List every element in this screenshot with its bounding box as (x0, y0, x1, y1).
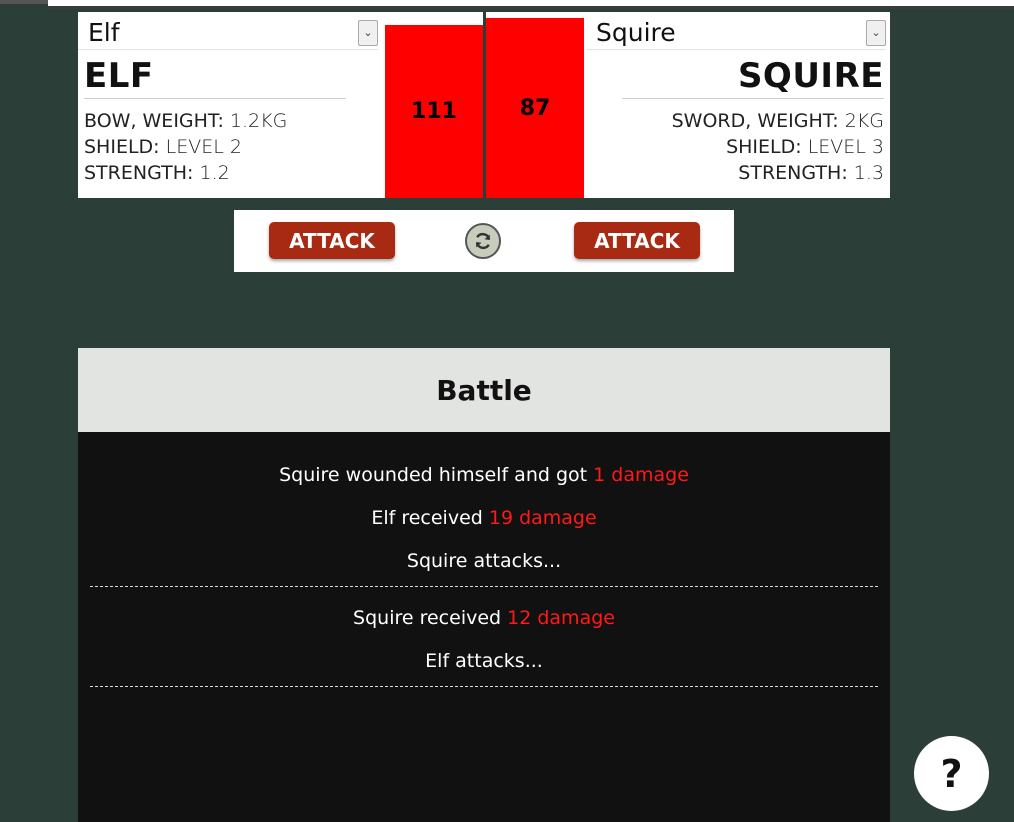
log-line: Elf attacks... (78, 650, 890, 672)
right-fighter-divider (622, 98, 884, 99)
left-weapon-label: BOW, WEIGHT: (84, 110, 224, 132)
log-damage: 1 damage (593, 464, 689, 486)
log-text: Elf attacks... (425, 650, 543, 672)
left-strength-value: 1.2 (199, 162, 230, 184)
left-shield-value: LEVEL 2 (165, 136, 242, 158)
left-strength-row: STRENGTH: 1.2 (84, 160, 287, 186)
right-shield-label: SHIELD: (726, 136, 802, 158)
right-health-bar: 87 (486, 18, 584, 198)
log-line: Squire attacks... (78, 550, 890, 572)
left-fighter-stats: BOW, WEIGHT: 1.2KG SHIELD: LEVEL 2 STREN… (84, 108, 287, 186)
left-fighter-divider (84, 98, 346, 99)
left-shield-row: SHIELD: LEVEL 2 (84, 134, 287, 160)
right-shield-row: SHIELD: LEVEL 3 (672, 134, 884, 160)
chevron-down-icon[interactable]: ⌄ (358, 20, 378, 46)
log-text: Elf received (371, 507, 489, 529)
log-line: Squire wounded himself and got 1 damage (78, 464, 890, 486)
chevron-down-icon[interactable]: ⌄ (866, 20, 886, 46)
log-damage: 12 damage (507, 607, 615, 629)
left-shield-label: SHIELD: (84, 136, 160, 158)
left-weapon-value: 1.2KG (229, 110, 288, 132)
right-strength-row: STRENGTH: 1.3 (672, 160, 884, 186)
help-button[interactable]: ? (914, 736, 989, 811)
top-bar-line (48, 6, 1014, 9)
log-line: Elf received 19 damage (78, 507, 890, 529)
right-weapon-value: 2KG (844, 110, 884, 132)
left-attack-button[interactable]: ATTACK (269, 222, 395, 259)
left-fighter-name: ELF (84, 56, 154, 96)
log-text: Squire attacks... (406, 550, 562, 572)
left-health-value: 111 (411, 99, 457, 124)
round-separator (90, 586, 878, 587)
log-text: Squire received (353, 607, 508, 629)
right-fighter-stats: SWORD, WEIGHT: 2KG SHIELD: LEVEL 3 STREN… (672, 108, 884, 186)
right-weapon-label: SWORD, WEIGHT: (671, 110, 839, 132)
right-shield-value: LEVEL 3 (807, 136, 884, 158)
right-health-value: 87 (519, 95, 551, 121)
log-damage: 19 damage (488, 507, 597, 529)
log-line: Squire received 12 damage (78, 607, 890, 629)
window-top-bar (0, 0, 1014, 9)
right-fighter-panel: 87 Squire ⌄ SQUIRE SWORD, WEIGHT: 2KG SH… (486, 12, 890, 198)
top-bar-corner (0, 0, 48, 4)
right-fighter-select-value: Squire (596, 18, 676, 47)
left-fighter-panel: Elf ⌄ ELF BOW, WEIGHT: 1.2KG SHIELD: LEV… (78, 12, 483, 198)
log-text: Squire wounded himself and got (279, 464, 594, 486)
right-weapon-row: SWORD, WEIGHT: 2KG (672, 108, 884, 134)
right-strength-value: 1.3 (853, 162, 884, 184)
left-health-bar: 111 (385, 25, 483, 198)
right-attack-button[interactable]: ATTACK (574, 222, 700, 259)
right-fighter-select[interactable]: Squire ⌄ (586, 16, 886, 50)
left-weapon-row: BOW, WEIGHT: 1.2KG (84, 108, 287, 134)
reset-button[interactable] (465, 223, 501, 259)
refresh-icon (475, 233, 491, 249)
help-label: ? (940, 751, 963, 796)
left-strength-label: STRENGTH: (84, 162, 194, 184)
left-fighter-select[interactable]: Elf ⌄ (78, 16, 378, 50)
right-fighter-name: SQUIRE (737, 56, 884, 96)
battle-log: Squire wounded himself and got 1 damage … (78, 432, 890, 822)
right-strength-label: STRENGTH: (738, 162, 848, 184)
left-fighter-select-value: Elf (88, 18, 120, 47)
attack-controls: ATTACK ATTACK (234, 210, 734, 272)
battle-title: Battle (436, 373, 532, 407)
round-separator (90, 686, 878, 687)
battle-header: Battle (78, 348, 890, 432)
